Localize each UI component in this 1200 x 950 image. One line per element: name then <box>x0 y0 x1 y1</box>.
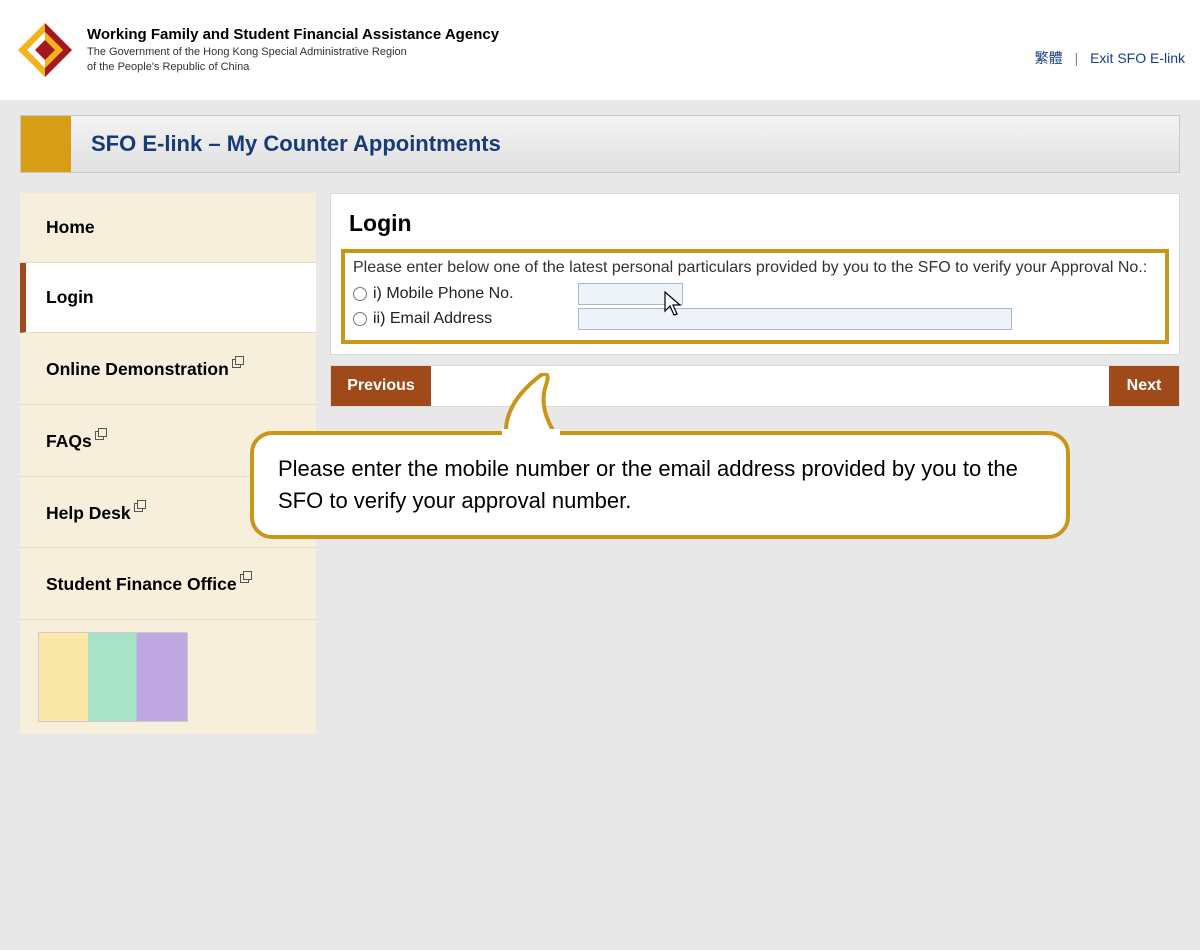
option-row-phone: i) Mobile Phone No. <box>353 283 1157 305</box>
option-email-label[interactable]: ii) Email Address <box>353 310 578 328</box>
option-email-text: ii) Email Address <box>373 310 492 328</box>
callout-text: Please enter the mobile number or the em… <box>278 456 1018 513</box>
header-links: 繁體 | Exit SFO E-link <box>1035 48 1185 68</box>
logo-block: Working Family and Student Financial Ass… <box>15 20 499 80</box>
next-button[interactable]: Next <box>1109 366 1179 406</box>
sidebar-item-sfo[interactable]: Student Finance Office <box>20 548 316 620</box>
callout-box: Please enter the mobile number or the em… <box>250 431 1070 539</box>
agency-logo-icon <box>15 20 75 80</box>
sidebar-banner <box>20 620 316 734</box>
sidebar-item-label: Online Demonstration <box>46 359 229 379</box>
option-row-email: ii) Email Address <box>353 308 1157 330</box>
external-link-icon <box>240 572 251 583</box>
login-heading: Login <box>349 210 1169 237</box>
option-phone-label[interactable]: i) Mobile Phone No. <box>353 285 578 303</box>
page-title-bar: SFO E-link – My Counter Appointments <box>20 115 1180 173</box>
button-row: Previous Next <box>330 365 1180 407</box>
callout-tail-icon <box>496 373 576 435</box>
sidebar-item-label: Login <box>46 287 94 307</box>
external-link-icon <box>134 501 145 512</box>
language-link[interactable]: 繁體 <box>1035 50 1063 66</box>
sidebar-item-label: Home <box>46 217 95 237</box>
agency-subtitle-1: The Government of the Hong Kong Special … <box>87 46 499 59</box>
sidebar-item-login[interactable]: Login <box>20 263 316 333</box>
login-panel: Login Please enter below one of the late… <box>330 193 1180 355</box>
exit-link[interactable]: Exit SFO E-link <box>1090 50 1185 66</box>
page-title: SFO E-link – My Counter Appointments <box>71 116 521 172</box>
external-link-icon <box>95 429 106 440</box>
sidebar-item-online-demo[interactable]: Online Demonstration <box>20 333 316 405</box>
callout-wrap: Please enter the mobile number or the em… <box>250 431 1070 539</box>
option-phone-text: i) Mobile Phone No. <box>373 285 514 303</box>
phone-input[interactable] <box>578 283 683 305</box>
radio-phone[interactable] <box>353 287 367 301</box>
sidebar-item-home[interactable]: Home <box>20 193 316 263</box>
sidebar-item-label: FAQs <box>46 431 92 451</box>
sidebar-item-label: Help Desk <box>46 502 131 522</box>
external-link-icon <box>232 357 243 368</box>
radio-email[interactable] <box>353 312 367 326</box>
login-highlight-box: Please enter below one of the latest per… <box>341 249 1169 344</box>
agency-subtitle-2: of the People's Republic of China <box>87 61 499 74</box>
agency-title: Working Family and Student Financial Ass… <box>87 26 499 44</box>
separator: | <box>1075 50 1079 66</box>
email-input[interactable] <box>578 308 1012 330</box>
previous-button[interactable]: Previous <box>331 366 431 406</box>
sidebar-item-label: Student Finance Office <box>46 574 237 594</box>
promo-banner-icon[interactable] <box>38 632 188 722</box>
top-header: Working Family and Student Financial Ass… <box>0 0 1200 100</box>
login-instruction: Please enter below one of the latest per… <box>353 259 1157 277</box>
title-accent <box>21 116 71 172</box>
